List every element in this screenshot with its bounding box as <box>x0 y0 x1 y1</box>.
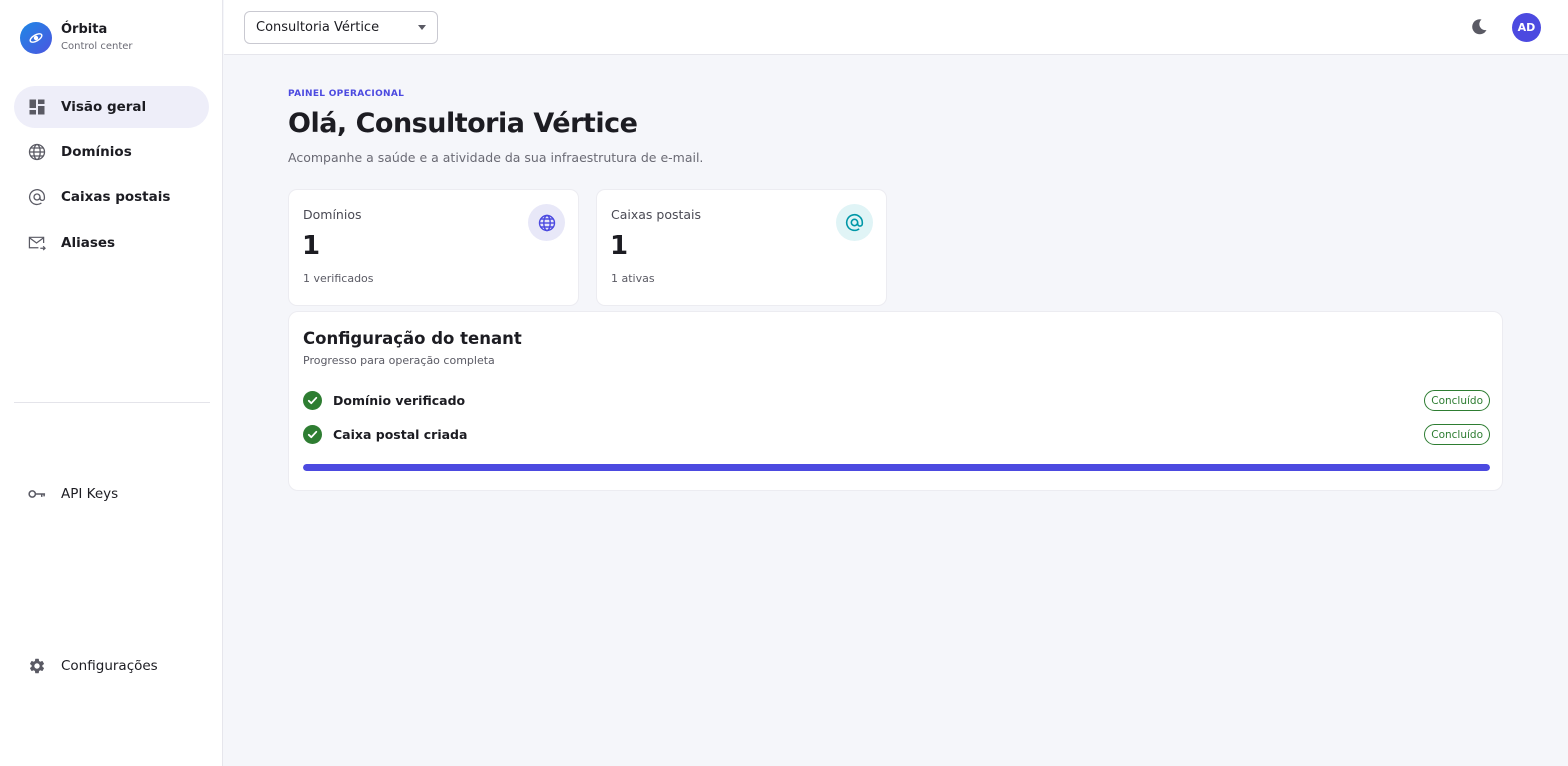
stat-label: Caixas postais <box>611 207 702 222</box>
avatar[interactable]: AD <box>1512 13 1541 42</box>
setup-subtitle: Progresso para operação completa <box>303 354 495 367</box>
mail-forward-icon <box>28 234 46 252</box>
stat-value: 1 <box>610 231 629 261</box>
sidebar-item-aliases[interactable]: Aliases <box>14 222 209 264</box>
sidebar-item-mailboxes[interactable]: Caixas postais <box>14 176 209 218</box>
sidebar-item-domains[interactable]: Domínios <box>14 131 209 173</box>
setup-step: Caixa postal criada Concluído <box>303 422 1490 446</box>
stat-value: 1 <box>302 231 321 261</box>
sidebar-item-label: API Keys <box>61 486 119 502</box>
page-eyebrow: PAINEL OPERACIONAL <box>288 89 405 99</box>
at-sign-icon <box>28 188 46 206</box>
sidebar-item-label: Caixas postais <box>61 189 171 205</box>
moon-icon <box>1472 19 1487 35</box>
sidebar-item-api-keys[interactable]: API Keys <box>14 473 209 515</box>
tenant-select-value: Consultoria Vértice <box>256 20 380 35</box>
brand[interactable]: Órbita Control center <box>20 22 133 54</box>
chevron-down-icon <box>418 25 426 30</box>
status-badge: Concluído <box>1424 390 1490 411</box>
check-circle-icon <box>303 424 322 444</box>
stat-hint: 1 ativas <box>611 272 655 285</box>
brand-subtitle: Control center <box>61 41 133 52</box>
page-title: Olá, Consultoria Vértice <box>288 108 638 139</box>
setup-title: Configuração do tenant <box>303 329 522 348</box>
stat-hint: 1 verificados <box>303 272 374 285</box>
dashboard-icon <box>28 98 46 116</box>
setup-progress-fill <box>303 464 1490 471</box>
setup-step-label: Caixa postal criada <box>333 426 468 442</box>
tenant-select[interactable]: Consultoria Vértice <box>244 11 438 44</box>
check-circle-icon <box>303 390 322 410</box>
setup-step: Domínio verificado Concluído <box>303 388 1490 412</box>
sidebar: Órbita Control center Visão geral Domíni… <box>0 0 223 766</box>
status-badge: Concluído <box>1424 424 1490 445</box>
gear-icon <box>28 657 46 675</box>
stat-card-mailboxes[interactable]: Caixas postais 1 1 ativas <box>596 189 887 306</box>
sidebar-item-label: Visão geral <box>61 99 147 115</box>
page-subtitle: Acompanhe a saúde e a atividade da sua i… <box>288 150 704 165</box>
tenant-setup-card: Configuração do tenant Progresso para op… <box>288 311 1503 491</box>
sidebar-item-overview[interactable]: Visão geral <box>14 86 209 128</box>
setup-progress-bar <box>303 464 1490 471</box>
brand-name: Órbita <box>61 22 108 37</box>
sidebar-item-label: Domínios <box>61 144 132 160</box>
orbit-logo-icon <box>20 22 52 54</box>
key-icon <box>28 485 46 503</box>
setup-step-label: Domínio verificado <box>333 392 466 408</box>
sidebar-item-label: Aliases <box>61 235 116 251</box>
sidebar-divider <box>14 402 210 403</box>
sidebar-item-settings[interactable]: Configurações <box>14 645 209 687</box>
globe-icon <box>528 204 565 241</box>
sidebar-item-label: Configurações <box>61 658 158 674</box>
at-sign-icon <box>836 204 873 241</box>
globe-icon <box>28 143 46 161</box>
stat-card-domains[interactable]: Domínios 1 1 verificados <box>288 189 579 306</box>
theme-toggle-button[interactable] <box>1468 16 1490 38</box>
stat-label: Domínios <box>303 207 362 222</box>
topbar: Consultoria Vértice AD <box>224 0 1568 55</box>
